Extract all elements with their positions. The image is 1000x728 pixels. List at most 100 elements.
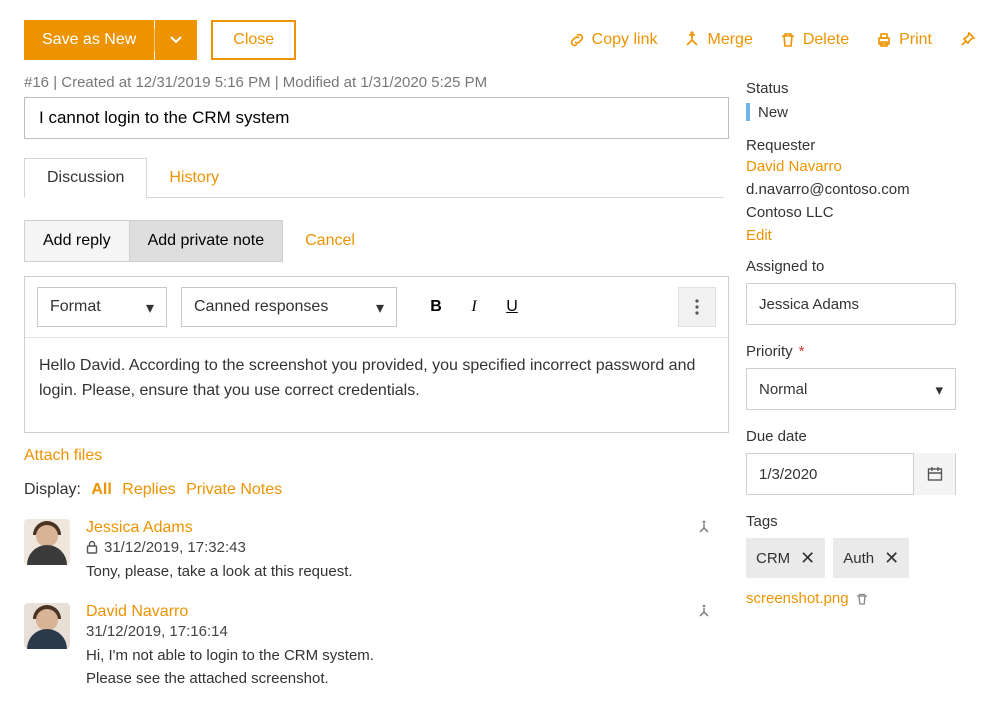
timeline-item: David Navarro 31/12/2019, 17:16:14 Hi, I… — [24, 603, 724, 691]
caret-down-icon: ▾ — [935, 381, 943, 399]
sidebar: Status New Requester David Navarro d.nav… — [746, 74, 976, 690]
status-label: Status — [746, 80, 976, 97]
timeline-text: Hi, I'm not able to login to the CRM sys… — [86, 644, 696, 691]
tag-chip: CRM ✕ — [746, 538, 825, 578]
priority-value: Normal — [759, 381, 807, 398]
delete-button[interactable]: Delete — [779, 31, 849, 49]
split-icon — [696, 519, 724, 535]
calendar-icon — [926, 465, 944, 483]
cancel-reply-link[interactable]: Cancel — [305, 232, 355, 250]
requester-name-link[interactable]: David Navarro — [746, 158, 976, 175]
copy-link-label: Copy link — [592, 31, 658, 49]
avatar — [24, 519, 70, 565]
merge-button[interactable]: Merge — [683, 31, 752, 49]
calendar-button[interactable] — [913, 453, 955, 495]
bold-button[interactable]: B — [417, 287, 455, 327]
tab-discussion[interactable]: Discussion — [24, 158, 147, 198]
close-button[interactable]: Close — [211, 20, 296, 60]
lock-icon — [86, 540, 98, 554]
requester-label: Requester — [746, 137, 976, 154]
status-color-marker — [746, 103, 750, 121]
editor-toolbar: Format ▾ Canned responses ▾ B I U — [25, 277, 728, 338]
avatar — [24, 603, 70, 649]
tag-text: Auth — [843, 550, 874, 567]
tab-history[interactable]: History — [147, 159, 241, 197]
timeline-split-action[interactable] — [696, 603, 724, 691]
attach-files-link[interactable]: Attach files — [24, 447, 102, 465]
due-date-field[interactable]: 1/3/2020 — [746, 453, 956, 495]
priority-select[interactable]: Normal ▾ — [746, 368, 956, 410]
edit-requester-link[interactable]: Edit — [746, 227, 772, 244]
ticket-meta: #16 | Created at 12/31/2019 5:16 PM | Mo… — [24, 74, 724, 91]
attachment-delete-button[interactable] — [855, 592, 869, 606]
editor-textarea[interactable]: Hello David. According to the screenshot… — [25, 338, 728, 432]
toolbar: Save as New Close Copy link Merge — [24, 20, 976, 60]
filter-all[interactable]: All — [91, 481, 111, 498]
requester-email: d.navarro@contoso.com — [746, 181, 976, 198]
tab-bar: Discussion History — [24, 157, 724, 198]
delete-label: Delete — [803, 31, 849, 49]
timeline-author[interactable]: David Navarro — [86, 603, 696, 621]
status-text: New — [758, 104, 788, 121]
canned-responses-label: Canned responses — [194, 298, 328, 316]
trash-icon — [779, 31, 797, 49]
ticket-title-input[interactable] — [24, 97, 729, 139]
assigned-to-value: Jessica Adams — [759, 296, 859, 313]
rich-text-editor: Format ▾ Canned responses ▾ B I U — [24, 276, 729, 433]
timeline-text: Tony, please, take a look at this reques… — [86, 560, 696, 583]
canned-responses-dropdown[interactable]: Canned responses ▾ — [181, 287, 397, 327]
due-date-label: Due date — [746, 428, 976, 445]
format-dropdown-label: Format — [50, 298, 101, 316]
tag-text: CRM — [756, 550, 790, 567]
format-dropdown[interactable]: Format ▾ — [37, 287, 167, 327]
timeline-item: Jessica Adams 31/12/2019, 17:32:43 Tony,… — [24, 519, 724, 583]
save-dropdown-button[interactable] — [155, 20, 197, 60]
save-as-new-button[interactable]: Save as New — [24, 20, 154, 60]
copy-link-button[interactable]: Copy link — [568, 31, 658, 49]
display-filter: Display: All Replies Private Notes — [24, 481, 724, 499]
filter-private-notes[interactable]: Private Notes — [186, 481, 282, 498]
chevron-down-icon — [169, 33, 183, 47]
save-split-button: Save as New — [24, 20, 197, 60]
print-icon — [875, 31, 893, 49]
timeline-split-action[interactable] — [696, 519, 724, 583]
trash-icon — [855, 592, 869, 606]
status-value[interactable]: New — [746, 103, 976, 121]
split-icon — [696, 603, 724, 619]
add-reply-button[interactable]: Add reply — [24, 220, 129, 262]
priority-label: Priority * — [746, 343, 976, 360]
required-indicator: * — [799, 343, 805, 360]
link-icon — [568, 31, 586, 49]
print-label: Print — [899, 31, 932, 49]
display-filter-label: Display: — [24, 481, 81, 498]
print-button[interactable]: Print — [875, 31, 932, 49]
caret-down-icon: ▾ — [376, 298, 384, 318]
tags-label: Tags — [746, 513, 976, 530]
add-private-note-button[interactable]: Add private note — [129, 220, 284, 262]
pin-icon — [958, 31, 976, 49]
due-date-value: 1/3/2020 — [747, 466, 913, 483]
reply-mode-row: Add reply Add private note Cancel — [24, 220, 724, 262]
requester-company: Contoso LLC — [746, 204, 976, 221]
tags-row: CRM ✕ Auth ✕ — [746, 538, 976, 578]
caret-down-icon: ▾ — [146, 298, 154, 318]
underline-button[interactable]: U — [493, 287, 531, 327]
tag-remove-button[interactable]: ✕ — [884, 548, 899, 569]
editor-more-button[interactable] — [678, 287, 716, 327]
merge-label: Merge — [707, 31, 752, 49]
attachment-link[interactable]: screenshot.png — [746, 590, 849, 607]
italic-button[interactable]: I — [455, 287, 493, 327]
timeline-author[interactable]: Jessica Adams — [86, 519, 696, 537]
kebab-icon — [695, 299, 699, 315]
merge-icon — [683, 31, 701, 49]
tag-chip: Auth ✕ — [833, 538, 909, 578]
priority-label-text: Priority — [746, 343, 793, 360]
assigned-to-input[interactable]: Jessica Adams — [746, 283, 956, 325]
filter-replies[interactable]: Replies — [122, 481, 175, 498]
pin-button[interactable] — [958, 31, 976, 49]
attachment-row: screenshot.png — [746, 590, 976, 607]
assigned-to-label: Assigned to — [746, 258, 976, 275]
timeline-date: 31/12/2019, 17:16:14 — [86, 623, 228, 640]
tag-remove-button[interactable]: ✕ — [800, 548, 815, 569]
timeline-date: 31/12/2019, 17:32:43 — [104, 539, 246, 556]
